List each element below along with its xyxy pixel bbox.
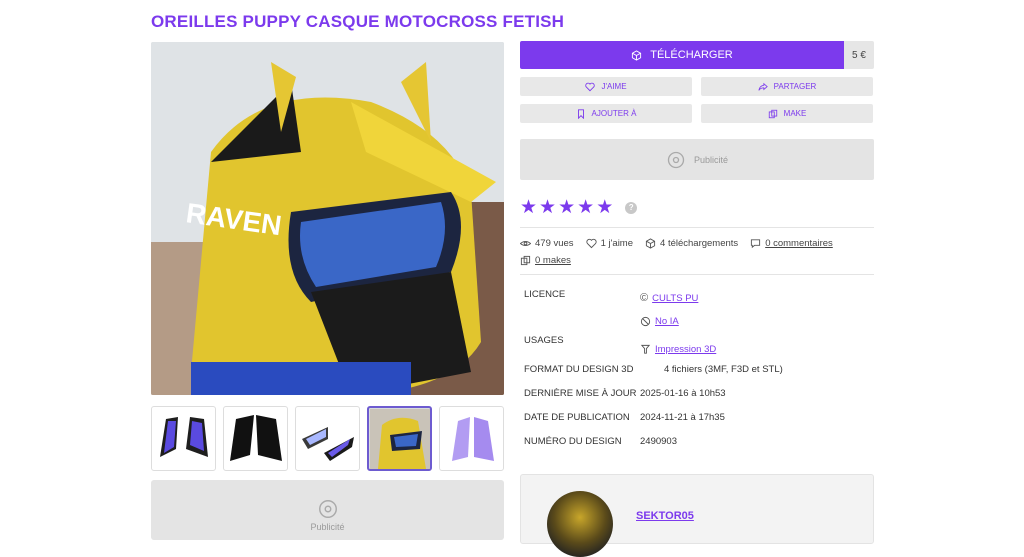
update-row: DERNIÈRE MISE À JOUR 2025-01-16 à 10h53 — [520, 388, 874, 412]
like-button[interactable]: J'AIME — [520, 77, 692, 96]
ad-placeholder-left: Publicité — [151, 480, 504, 540]
ad-logo-icon — [667, 151, 685, 168]
copy-icon — [520, 255, 531, 266]
author-name-link[interactable]: SEKTOR05 — [636, 510, 694, 522]
star-icon[interactable]: ★ — [558, 196, 575, 219]
make-label: MAKE — [783, 109, 807, 118]
action-buttons: J'AIME PARTAGER AJOUTER À MAKE — [520, 77, 874, 123]
star-icon[interactable]: ★ — [596, 196, 613, 219]
format-value: 4 fichiers (3MF, F3D et STL) — [664, 364, 783, 375]
download-row: TÉLÉCHARGER 5 € — [520, 41, 874, 69]
thumbnail-5[interactable] — [439, 406, 504, 471]
no-ai-icon — [640, 316, 651, 326]
help-icon[interactable]: ? — [625, 201, 638, 214]
share-label: PARTAGER — [773, 82, 817, 91]
star-icon[interactable]: ★ — [577, 196, 594, 219]
cube-icon — [632, 49, 642, 61]
heart-icon — [585, 82, 596, 91]
thumbnail-2[interactable] — [223, 406, 288, 471]
divider — [520, 274, 874, 275]
like-label: J'AIME — [601, 82, 627, 91]
ad-placeholder-right: Publicité — [520, 139, 874, 180]
update-label: DERNIÈRE MISE À JOUR — [524, 388, 637, 399]
thumbnail-4-selected[interactable] — [367, 406, 432, 471]
format-row: FORMAT DU DESIGN 3D 4 fichiers (3MF, F3D… — [520, 364, 874, 388]
price-badge: 5 € — [844, 41, 874, 69]
comments-link[interactable]: 0 commentaires — [765, 238, 833, 249]
format-label: FORMAT DU DESIGN 3D — [524, 364, 634, 375]
comment-icon — [751, 239, 761, 249]
heart-icon — [585, 238, 597, 249]
usages-link[interactable]: Impression 3D — [655, 344, 716, 355]
eye-icon — [520, 240, 531, 247]
download-button[interactable]: TÉLÉCHARGER — [520, 41, 844, 69]
design-number-value: 2490903 — [640, 436, 677, 447]
copy-icon — [768, 109, 777, 118]
make-button[interactable]: MAKE — [701, 104, 873, 123]
main-product-image[interactable]: RAVEN — [151, 42, 504, 395]
thumbnail-strip — [151, 406, 504, 471]
rating-stars[interactable]: ★ ★ ★ ★ ★ ? — [520, 196, 874, 219]
helmet-illustration: RAVEN — [151, 42, 504, 395]
licence-row: LICENCE © CULTS PU — [520, 289, 874, 307]
design-details: LICENCE © CULTS PU No IA USAGES Impressi… — [520, 289, 874, 460]
printer-nozzle-icon — [640, 344, 651, 354]
ad-logo-icon — [318, 500, 337, 518]
makes-link[interactable]: 0 makes — [535, 255, 571, 266]
ai-row: No IA — [520, 307, 874, 335]
likes-count: 1 j'aime — [600, 238, 634, 249]
share-icon — [758, 82, 768, 91]
download-label: TÉLÉCHARGER — [650, 49, 733, 61]
stat-views: 479 vues — [520, 238, 574, 249]
cube-icon — [645, 238, 656, 249]
add-to-label: AJOUTER À — [591, 109, 637, 118]
ai-link[interactable]: No IA — [655, 316, 679, 327]
downloads-count: 4 téléchargements — [660, 238, 739, 249]
add-to-button[interactable]: AJOUTER À — [520, 104, 692, 123]
update-value: 2025-01-16 à 10h53 — [640, 388, 726, 399]
usages-row: USAGES Impression 3D — [520, 335, 874, 364]
thumbnail-3[interactable] — [295, 406, 360, 471]
ad-label: Publicité — [693, 154, 729, 165]
stat-likes: 1 j'aime — [585, 238, 634, 249]
licence-link[interactable]: CULTS PU — [652, 293, 698, 304]
design-number-row: NUMÉRO DU DESIGN 2490903 — [520, 436, 874, 460]
product-sidebar: TÉLÉCHARGER 5 € J'AIME PARTAGER AJOUTER … — [520, 41, 874, 460]
share-button[interactable]: PARTAGER — [701, 77, 873, 96]
page-title: OREILLES PUPPY CASQUE MOTOCROSS FETISH — [151, 12, 565, 31]
divider — [520, 227, 874, 228]
ad-label-left: Publicité — [310, 522, 345, 532]
design-number-label: NUMÉRO DU DESIGN — [524, 436, 622, 447]
stats-bar: 479 vues 1 j'aime 4 téléchargements 0 co… — [520, 238, 874, 266]
avatar[interactable] — [547, 491, 613, 557]
bookmark-icon — [577, 108, 584, 119]
author-card: SEKTOR05 — [520, 474, 874, 557]
star-icon[interactable]: ★ — [520, 196, 537, 219]
stat-makes[interactable]: 0 makes — [520, 255, 571, 266]
stat-comments[interactable]: 0 commentaires — [750, 238, 833, 249]
publication-value: 2024-11-21 à 17h35 — [640, 412, 725, 423]
stat-downloads: 4 téléchargements — [645, 238, 738, 249]
publication-row: DATE DE PUBLICATION 2024-11-21 à 17h35 — [520, 412, 874, 436]
thumbnail-1[interactable] — [151, 406, 216, 471]
publication-label: DATE DE PUBLICATION — [524, 412, 630, 423]
licence-label: LICENCE — [524, 289, 566, 300]
views-count: 479 vues — [535, 238, 574, 249]
copyright-icon: © — [640, 292, 649, 304]
star-icon[interactable]: ★ — [539, 196, 556, 219]
usages-label: USAGES — [524, 335, 564, 346]
